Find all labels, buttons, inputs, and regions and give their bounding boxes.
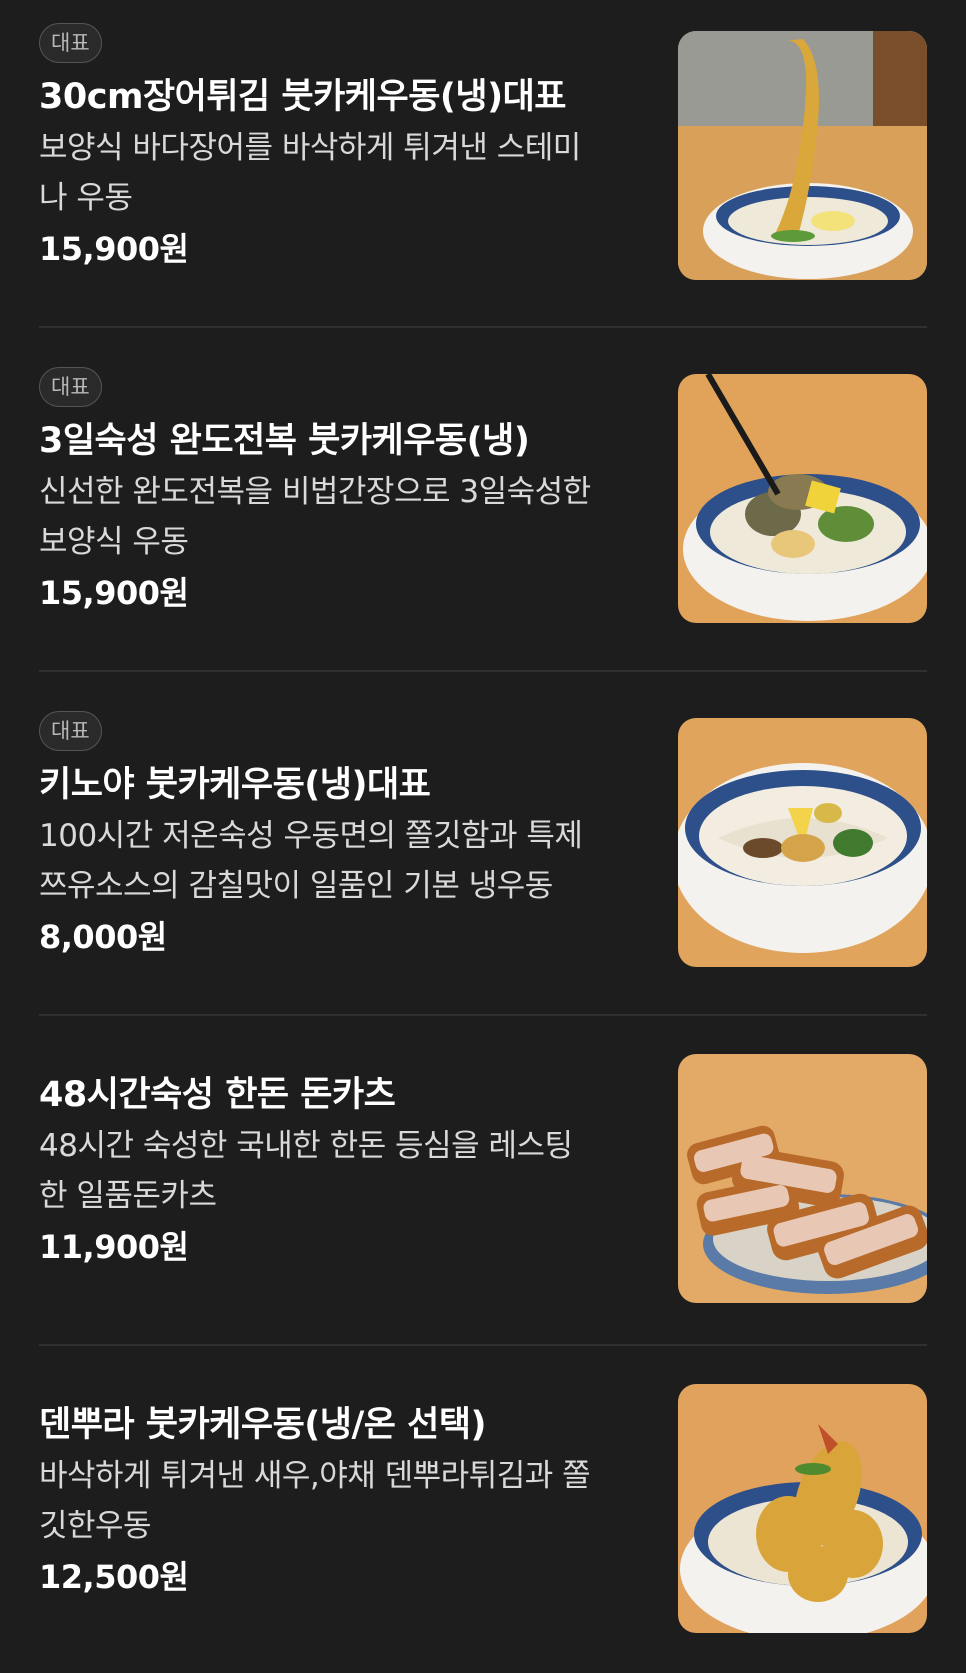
menu-item[interactable]: 대표 키노야 붓카케우동(냉)대표 100시간 저온숙성 우동면의 쫄깃함과 특… [39, 711, 927, 981]
menu-item-title: 3일숙성 완도전복 붓카케우동(냉) [39, 421, 530, 461]
signature-badge: 대표 [39, 367, 102, 407]
menu-item-price: 15,900원 [39, 574, 189, 612]
menu-item-price: 15,900원 [39, 230, 189, 268]
signature-badge: 대표 [39, 23, 102, 63]
pork-cutlet-photo[interactable] [678, 1054, 927, 1303]
menu-item-title: 48시간숙성 한돈 돈카츠 [39, 1075, 396, 1115]
abalone-udon-photo[interactable] [678, 374, 927, 623]
menu-item-description: 100시간 저온숙성 우동면의 쫄깃함과 특제 쯔유소스의 감칠맛이 일품인 기… [39, 818, 583, 904]
menu-item-description: 보양식 바다장어를 바삭하게 튀겨낸 스테미 나 우동 [39, 130, 581, 216]
menu-item-info: 대표 키노야 붓카케우동(냉)대표 100시간 저온숙성 우동면의 쫄깃함과 특… [39, 711, 639, 961]
tempura-udon-photo[interactable] [678, 1384, 927, 1633]
menu-item[interactable]: 대표 3일숙성 완도전복 붓카케우동(냉) 신선한 완도전복을 비법간장으로 3… [39, 367, 927, 637]
eel-tempura-udon-photo[interactable] [678, 31, 927, 280]
menu-item-description: 바삭하게 튀겨낸 새우,야채 덴뿌라튀김과 쫄 깃한우동 [39, 1458, 591, 1544]
menu-item[interactable]: 대표 30cm장어튀김 붓카케우동(냉)대표 보양식 바다장어를 바삭하게 튀겨… [39, 23, 927, 293]
item-divider [39, 670, 927, 672]
item-divider [39, 1014, 927, 1016]
menu-item-description: 신선한 완도전복을 비법간장으로 3일숙성한 보양식 우동 [39, 474, 591, 560]
menu-item[interactable]: 덴뿌라 붓카케우동(냉/온 선택) 바삭하게 튀겨낸 새우,야채 덴뿌라튀김과 … [39, 1384, 927, 1651]
menu-item-description: 48시간 숙성한 국내한 한돈 등심을 레스팅 한 일품돈카츠 [39, 1128, 573, 1214]
menu-item-price: 8,000원 [39, 918, 167, 956]
item-divider [39, 1344, 927, 1346]
menu-item-info: 덴뿌라 붓카케우동(냉/온 선택) 바삭하게 튀겨낸 새우,야채 덴뿌라튀김과 … [39, 1401, 639, 1601]
item-divider [39, 326, 927, 328]
menu-item[interactable]: 48시간숙성 한돈 돈카츠 48시간 숙성한 국내한 한돈 등심을 레스팅 한 … [39, 1054, 927, 1321]
menu-item-title: 키노야 붓카케우동(냉)대표 [39, 765, 431, 805]
menu-item-info: 대표 30cm장어튀김 붓카케우동(냉)대표 보양식 바다장어를 바삭하게 튀겨… [39, 23, 639, 273]
menu-item-info: 대표 3일숙성 완도전복 붓카케우동(냉) 신선한 완도전복을 비법간장으로 3… [39, 367, 639, 617]
menu-list: 대표 30cm장어튀김 붓카케우동(냉)대표 보양식 바다장어를 바삭하게 튀겨… [0, 0, 966, 1673]
signature-badge: 대표 [39, 711, 102, 751]
menu-item-price: 12,500원 [39, 1558, 189, 1596]
menu-item-title: 덴뿌라 붓카케우동(냉/온 선택) [39, 1405, 487, 1445]
menu-item-price: 11,900원 [39, 1228, 189, 1266]
menu-item-info: 48시간숙성 한돈 돈카츠 48시간 숙성한 국내한 한돈 등심을 레스팅 한 … [39, 1071, 639, 1271]
kinoya-udon-photo[interactable] [678, 718, 927, 967]
menu-item-title: 30cm장어튀김 붓카케우동(냉)대표 [39, 77, 567, 117]
